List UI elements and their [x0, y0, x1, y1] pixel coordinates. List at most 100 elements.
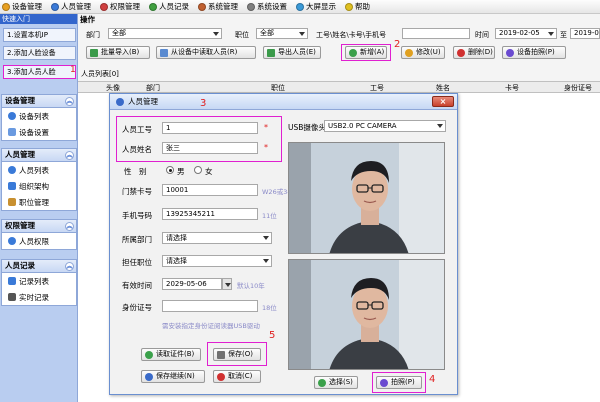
device-settings-icon [8, 128, 16, 136]
operation-label: 操作 [80, 15, 95, 24]
position-icon [8, 198, 16, 206]
column-header-position[interactable]: 职位 [271, 83, 285, 93]
start-date-picker[interactable]: 2019-02-05 [495, 28, 557, 39]
gender-male-radio[interactable] [166, 166, 174, 174]
cancel-icon [217, 372, 225, 381]
menu-system-settings[interactable]: 系统设置 [247, 1, 287, 12]
quick-add-face-device[interactable]: 2.添加人脸设备 [3, 46, 76, 60]
quick-add-person-face[interactable]: 3.添加人员人脸 [3, 65, 76, 79]
export-icon [267, 48, 275, 57]
chevron-down-icon [263, 259, 269, 263]
device-capture-button[interactable]: 设备拍照(P) [502, 46, 566, 59]
end-date-picker[interactable]: 2019-02-05 [570, 28, 600, 39]
batch-import-button[interactable]: 批量导入(B) [86, 46, 150, 59]
usb-camera-select[interactable]: USB2.0 PC CAMERA [324, 120, 446, 132]
marker-1: 1 [70, 65, 76, 75]
nav-record-list[interactable]: 记录列表 [2, 273, 76, 289]
id-number-input[interactable] [162, 300, 258, 312]
nav-realtime-record[interactable]: 实时记录 [2, 289, 76, 305]
read-id-card-button[interactable]: 读取证件(B) [141, 348, 201, 361]
org-chart-icon [8, 182, 16, 190]
position-filter-select[interactable]: 全部 [256, 28, 308, 39]
dept-filter-label: 部门 [86, 31, 100, 39]
valid-time-picker[interactable]: 2029-05-06 [162, 278, 222, 290]
section-permission-management: 权限管理 ︽ 人员权限 [1, 219, 77, 250]
marker-4: 4 [429, 374, 436, 385]
menu-label: 设备管理 [12, 2, 42, 11]
search-input[interactable] [402, 28, 470, 39]
section-header[interactable]: 人员管理 ︽ [1, 148, 77, 162]
phone-input[interactable]: 13925345211 [162, 208, 258, 220]
menu-device-management[interactable]: 设备管理 [2, 1, 42, 12]
collapse-chevron-icon[interactable]: ︽ [65, 262, 74, 271]
menu-personnel-management[interactable]: 人员管理 [51, 1, 91, 12]
save-continue-button[interactable]: 保存继续(N) [141, 370, 205, 383]
card-input[interactable]: 10001 [162, 184, 258, 196]
gender-male-label: 男 [177, 167, 185, 176]
id-number-label: 身份证号 [122, 303, 152, 312]
nav-org-structure[interactable]: 组织架构 [2, 178, 76, 194]
nav-person-permission[interactable]: 人员权限 [2, 233, 76, 249]
menu-help[interactable]: 帮助 [345, 1, 370, 12]
time-label: 时间 [475, 31, 489, 39]
new-button[interactable]: 新增(A) [345, 46, 387, 59]
close-button[interactable]: × [432, 96, 454, 107]
cancel-button[interactable]: 取消(C) [213, 370, 261, 383]
valid-time-value: 2029-05-06 [166, 280, 207, 288]
save-button[interactable]: 保存(O) [213, 348, 261, 361]
gender-female-radio[interactable] [194, 166, 202, 174]
nav-device-settings[interactable]: 设备设置 [2, 124, 76, 140]
column-header-name[interactable]: 姓名 [436, 83, 450, 93]
dept-select[interactable]: 请选择 [162, 232, 272, 244]
chevron-down-icon [225, 283, 231, 287]
name-input[interactable]: 张三 [162, 142, 258, 154]
quick-set-ip[interactable]: 1.设置本机IP [3, 28, 76, 42]
section-personnel-records: 人员记录 ︽ 记录列表 实时记录 [1, 259, 77, 306]
emp-no-input[interactable]: 1 [162, 122, 258, 134]
to-label: 至 [560, 31, 567, 39]
menu-permission-management[interactable]: 权限管理 [100, 1, 140, 12]
record-icon [149, 2, 157, 11]
camera-icon [506, 48, 514, 57]
device-icon [2, 2, 10, 11]
menu-personnel-records[interactable]: 人员记录 [149, 1, 189, 12]
column-header-department[interactable]: 部门 [146, 83, 160, 93]
dept-filter-select[interactable]: 全部 [108, 28, 222, 39]
button-label: 新增(A) [360, 48, 385, 56]
nav-device-list[interactable]: 设备列表 [2, 108, 76, 124]
button-label: 拍照(P) [391, 378, 415, 386]
column-header-id-number[interactable]: 身份证号 [564, 83, 592, 93]
delete-button[interactable]: 删除(D) [453, 46, 495, 59]
section-header[interactable]: 设备管理 ︽ [1, 94, 77, 108]
select-photo-button[interactable]: 选择(S) [314, 376, 358, 389]
export-button[interactable]: 导出人员(E) [263, 46, 321, 59]
gender-label: 性 别 [124, 167, 147, 176]
menu-big-screen[interactable]: 大屏显示 [296, 1, 336, 12]
captured-photo-image [289, 260, 444, 369]
menu-label: 系统管理 [208, 2, 238, 11]
person-list-icon [8, 166, 16, 174]
nav-position-management[interactable]: 职位管理 [2, 194, 76, 210]
captured-photo-preview [288, 259, 445, 370]
column-header-emp-no[interactable]: 工号 [370, 83, 384, 93]
collapse-chevron-icon[interactable]: ︽ [65, 97, 74, 106]
column-header-card[interactable]: 卡号 [505, 83, 519, 93]
column-header-avatar[interactable]: 头像 [106, 83, 120, 93]
edit-button[interactable]: 修改(U) [401, 46, 445, 59]
collapse-chevron-icon[interactable]: ︽ [65, 222, 74, 231]
person-management-dialog: 人员管理 × 3 人员工号 1 * 人员姓名 张三 * 性 别 男 女 门禁卡号… [109, 93, 458, 395]
top-menubar: 设备管理 人员管理 权限管理 人员记录 系统管理 系统设置 大屏显示 帮助 [0, 0, 600, 14]
collapse-chevron-icon[interactable]: ︽ [65, 151, 74, 160]
section-header[interactable]: 权限管理 ︽ [1, 219, 77, 233]
menu-system-management[interactable]: 系统管理 [198, 1, 238, 12]
button-label: 取消(C) [228, 372, 253, 380]
read-from-device-button[interactable]: 从设备中读取人员(R) [156, 46, 256, 59]
section-header[interactable]: 人员记录 ︽ [1, 259, 77, 273]
capture-button[interactable]: 拍照(P) [376, 376, 422, 389]
nav-label: 职位管理 [19, 197, 49, 207]
nav-person-list[interactable]: 人员列表 [2, 162, 76, 178]
position-select[interactable]: 请选择 [162, 255, 272, 267]
person-table-header: 头像 部门 职位 工号 姓名 卡号 身份证号 [78, 81, 600, 93]
nav-label: 人员权限 [19, 236, 49, 246]
name-label: 人员姓名 [122, 145, 152, 154]
